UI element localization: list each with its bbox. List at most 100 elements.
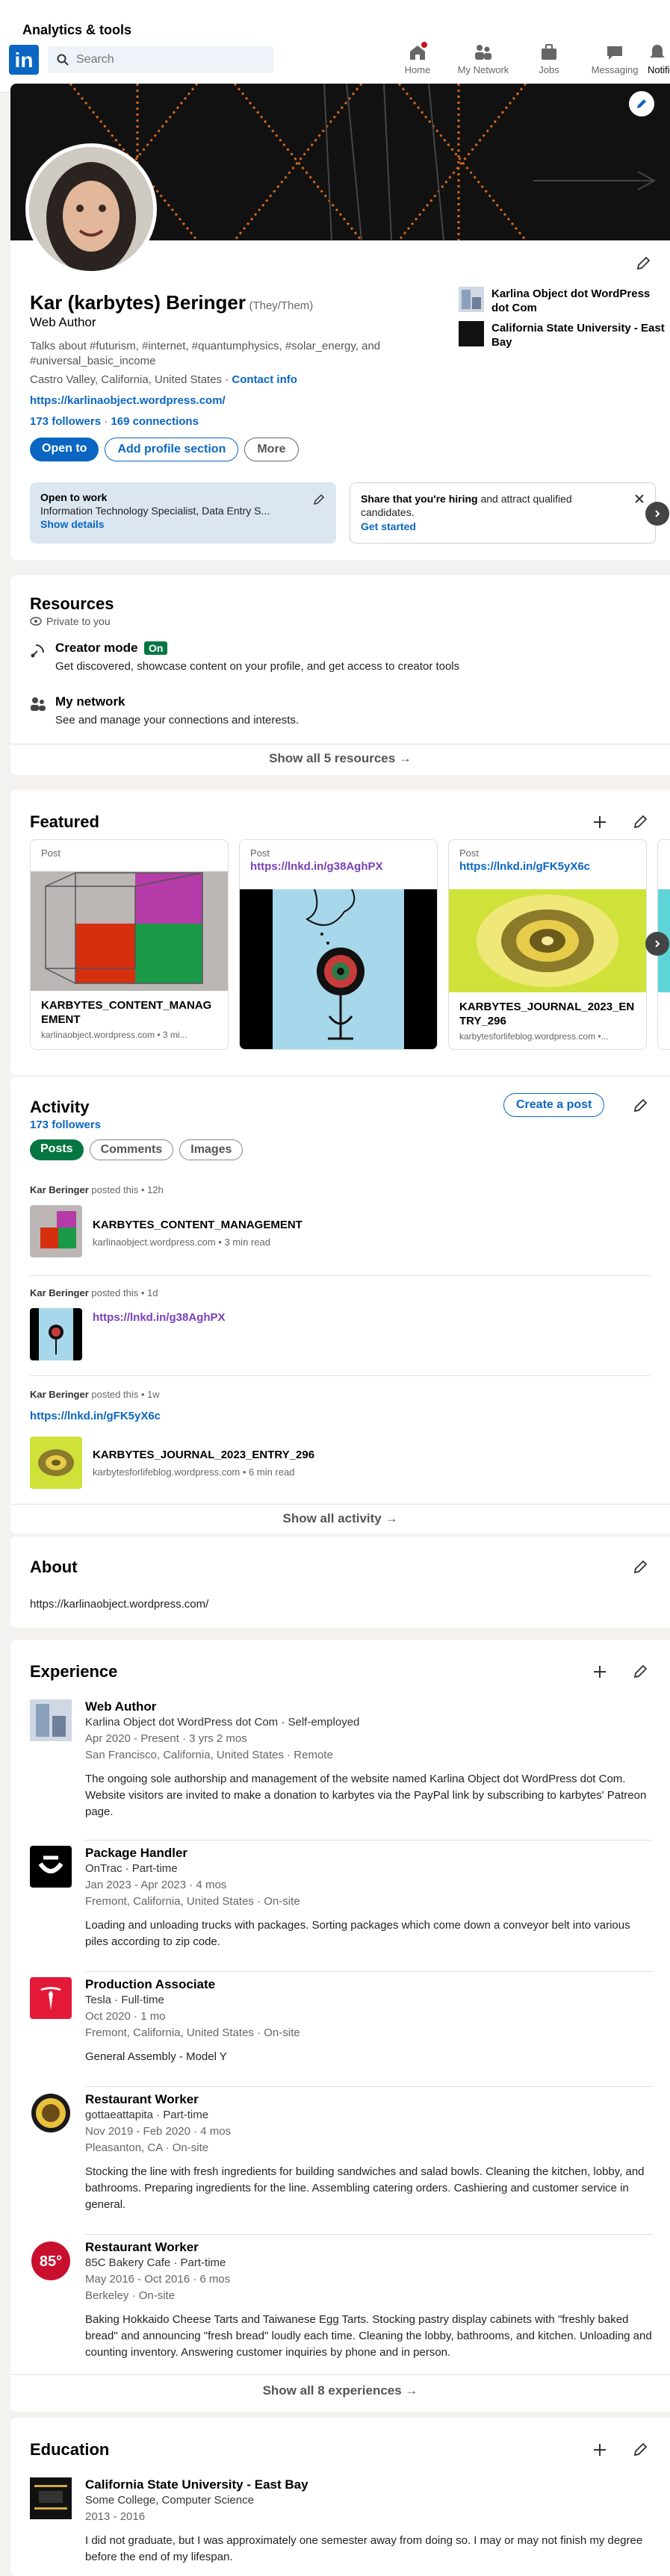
nav-my-network[interactable]: My Network bbox=[450, 43, 516, 75]
featured-next-button[interactable] bbox=[645, 932, 669, 956]
hiring-card[interactable]: Share that you're hiring and attract qua… bbox=[350, 482, 656, 544]
show-all-resources-link[interactable]: Show all 5 resources → bbox=[10, 751, 670, 766]
post-title: KARBYTES_JOURNAL_2023_ENTRY_296 bbox=[93, 1449, 315, 1461]
open-to-work-card[interactable]: Open to work Information Technology Spec… bbox=[30, 482, 336, 544]
experience-title-text: Web Author bbox=[85, 1699, 157, 1714]
featured-thumbnail bbox=[31, 871, 228, 991]
post-author[interactable]: Kar Beringer bbox=[30, 1287, 89, 1298]
tesla-logo bbox=[30, 1977, 72, 2019]
filter-posts[interactable]: Posts bbox=[30, 1139, 84, 1160]
company-item[interactable]: California State University - East Bay bbox=[459, 321, 668, 349]
create-post-button[interactable]: Create a post bbox=[503, 1093, 605, 1117]
edit-banner-button[interactable] bbox=[629, 91, 654, 116]
activity-post[interactable]: Kar Beringer posted this • 1d https://ln… bbox=[30, 1287, 650, 1360]
private-label: Private to you bbox=[46, 615, 111, 627]
experience-item[interactable]: 85° Restaurant Worker 85C Bakery Cafe · … bbox=[10, 2240, 670, 2374]
edit-education-button[interactable] bbox=[627, 2437, 653, 2463]
top-nav: Analytics & tools in Home My Network Job… bbox=[0, 0, 670, 93]
show-details-link[interactable]: Show details bbox=[40, 518, 326, 530]
experience-location: Fremont, California, United States · On-… bbox=[85, 1895, 300, 1908]
nav-jobs[interactable]: Jobs bbox=[516, 43, 582, 75]
nav-messaging[interactable]: Messaging bbox=[582, 43, 648, 75]
contact-info-link[interactable]: Contact info bbox=[232, 373, 297, 386]
show-all-activity-link[interactable]: Show all activity → bbox=[10, 1511, 670, 1526]
edit-about-button[interactable] bbox=[627, 1555, 653, 1580]
post-tag: Post bbox=[250, 847, 270, 859]
jobs-icon bbox=[539, 43, 559, 61]
add-experience-button[interactable] bbox=[587, 1659, 612, 1684]
profile-location: Castro Valley, California, United States bbox=[30, 373, 223, 386]
my-network-desc: See and manage your connections and inte… bbox=[55, 714, 300, 727]
edit-open-to-work-button[interactable] bbox=[306, 487, 332, 512]
company-list: Karlina Object dot WordPress dot Com Cal… bbox=[459, 287, 668, 349]
experience-item[interactable]: Restaurant Worker gottaeattapita · Part-… bbox=[10, 2092, 670, 2227]
experience-desc: Loading and unloading trucks with packag… bbox=[85, 1919, 630, 1948]
featured-item[interactable]: Post https://lnkd.in/g38AghPX bbox=[239, 839, 438, 1050]
activity-title: Activity bbox=[30, 1098, 90, 1116]
featured-item-sub: karbytesforlifeblog.wordpress.com •... bbox=[459, 1031, 609, 1042]
linkedin-logo[interactable]: in bbox=[9, 45, 39, 75]
featured-item-title: KARBYTES_JOURNAL_2023_ENTRY_296 bbox=[459, 1001, 635, 1027]
featured-item[interactable]: Post KARBYTES_CONTENT_MANAGEMENT karlina… bbox=[30, 839, 229, 1050]
nav-home[interactable]: Home bbox=[385, 40, 450, 75]
profile-headline: Web Author bbox=[30, 315, 96, 329]
post-author[interactable]: Kar Beringer bbox=[30, 1184, 89, 1195]
creator-mode-badge: On bbox=[143, 641, 168, 655]
home-icon bbox=[408, 40, 429, 61]
profile-website-link[interactable]: https://karlinaobject.wordpress.com/ bbox=[30, 394, 226, 407]
experience-item[interactable]: Web Author Karlina Object dot WordPress … bbox=[10, 1699, 670, 1834]
add-education-button[interactable] bbox=[587, 2437, 612, 2463]
add-profile-section-button[interactable]: Add profile section bbox=[105, 438, 239, 461]
education-degree: Some College, Computer Science bbox=[85, 2494, 254, 2507]
nav-label: Notifi bbox=[648, 64, 670, 75]
search-input[interactable] bbox=[76, 53, 255, 66]
nav-label: My Network bbox=[457, 64, 509, 75]
more-button[interactable]: More bbox=[244, 438, 299, 461]
experience-dates: May 2016 - Oct 2016 · 6 mos bbox=[85, 2273, 231, 2286]
connections-link[interactable]: 169 connections bbox=[111, 415, 199, 428]
carousel-next-button[interactable] bbox=[645, 502, 669, 526]
show-all-experiences-link[interactable]: Show all 8 experiences → bbox=[10, 2383, 670, 2398]
get-started-link[interactable]: Get started bbox=[361, 520, 645, 532]
education-item[interactable]: California State University - East Bay S… bbox=[10, 2477, 670, 2567]
experience-item[interactable]: Production Associate Tesla · Full-time O… bbox=[10, 1977, 670, 2082]
featured-item-link[interactable]: https://lnkd.in/g38AghPX bbox=[240, 860, 437, 873]
filter-comments[interactable]: Comments bbox=[89, 1139, 174, 1160]
open-to-button[interactable]: Open to bbox=[30, 438, 99, 461]
post-meta: posted this • 1w bbox=[88, 1389, 160, 1400]
featured-item[interactable]: Post https://lnkd.in/gFK5yX6c KARBYTES_J… bbox=[448, 839, 647, 1050]
post-link[interactable]: https://lnkd.in/g38AghPX bbox=[93, 1311, 226, 1324]
notification-badge bbox=[420, 40, 429, 49]
experience-title-text: Restaurant Worker bbox=[85, 2240, 199, 2254]
activity-post[interactable]: Kar Beringer posted this • 1w https://ln… bbox=[30, 1389, 650, 1489]
activity-post[interactable]: Kar Beringer posted this • 12h KARBYTES_… bbox=[30, 1184, 650, 1257]
edit-featured-button[interactable] bbox=[627, 809, 653, 835]
add-featured-button[interactable] bbox=[587, 809, 612, 835]
company-item[interactable]: Karlina Object dot WordPress dot Com bbox=[459, 287, 668, 315]
post-link[interactable]: https://lnkd.in/gFK5yX6c bbox=[30, 1410, 161, 1422]
pencil-icon bbox=[637, 99, 646, 108]
edit-activity-button[interactable] bbox=[627, 1093, 653, 1119]
post-sub: karlinaobject.wordpress.com • 3 min read bbox=[93, 1236, 270, 1248]
company-name: Karlina Object dot WordPress dot Com bbox=[491, 287, 651, 314]
pencil-icon bbox=[633, 1560, 648, 1574]
chevron-right-icon bbox=[655, 510, 660, 517]
education-card: Education California State University - … bbox=[10, 2418, 670, 2576]
post-author[interactable]: Kar Beringer bbox=[30, 1389, 89, 1400]
followers-link[interactable]: 173 followers bbox=[30, 415, 101, 428]
education-desc: I did not graduate, but I was approximat… bbox=[85, 2534, 643, 2563]
avatar[interactable] bbox=[25, 143, 157, 275]
filter-images[interactable]: Images bbox=[179, 1139, 244, 1160]
featured-card: Featured Post KARBYTES_CONTENT_MANAGEMEN… bbox=[10, 790, 670, 1075]
edit-experience-button[interactable] bbox=[627, 1659, 653, 1684]
profile-name: Kar (karbytes) Beringer bbox=[30, 291, 246, 314]
experience-item[interactable]: Package Handler OnTrac · Part-time Jan 2… bbox=[10, 1846, 670, 1965]
school-logo bbox=[30, 2477, 72, 2519]
featured-item-link[interactable]: https://lnkd.in/gFK5yX6c bbox=[449, 860, 646, 873]
activity-followers-link[interactable]: 173 followers bbox=[30, 1119, 101, 1131]
nav-notifications[interactable]: Notifi bbox=[648, 43, 670, 75]
search-bar[interactable] bbox=[48, 46, 273, 73]
edit-intro-button[interactable] bbox=[630, 251, 656, 276]
divider bbox=[30, 1275, 650, 1276]
divider bbox=[85, 2086, 653, 2087]
